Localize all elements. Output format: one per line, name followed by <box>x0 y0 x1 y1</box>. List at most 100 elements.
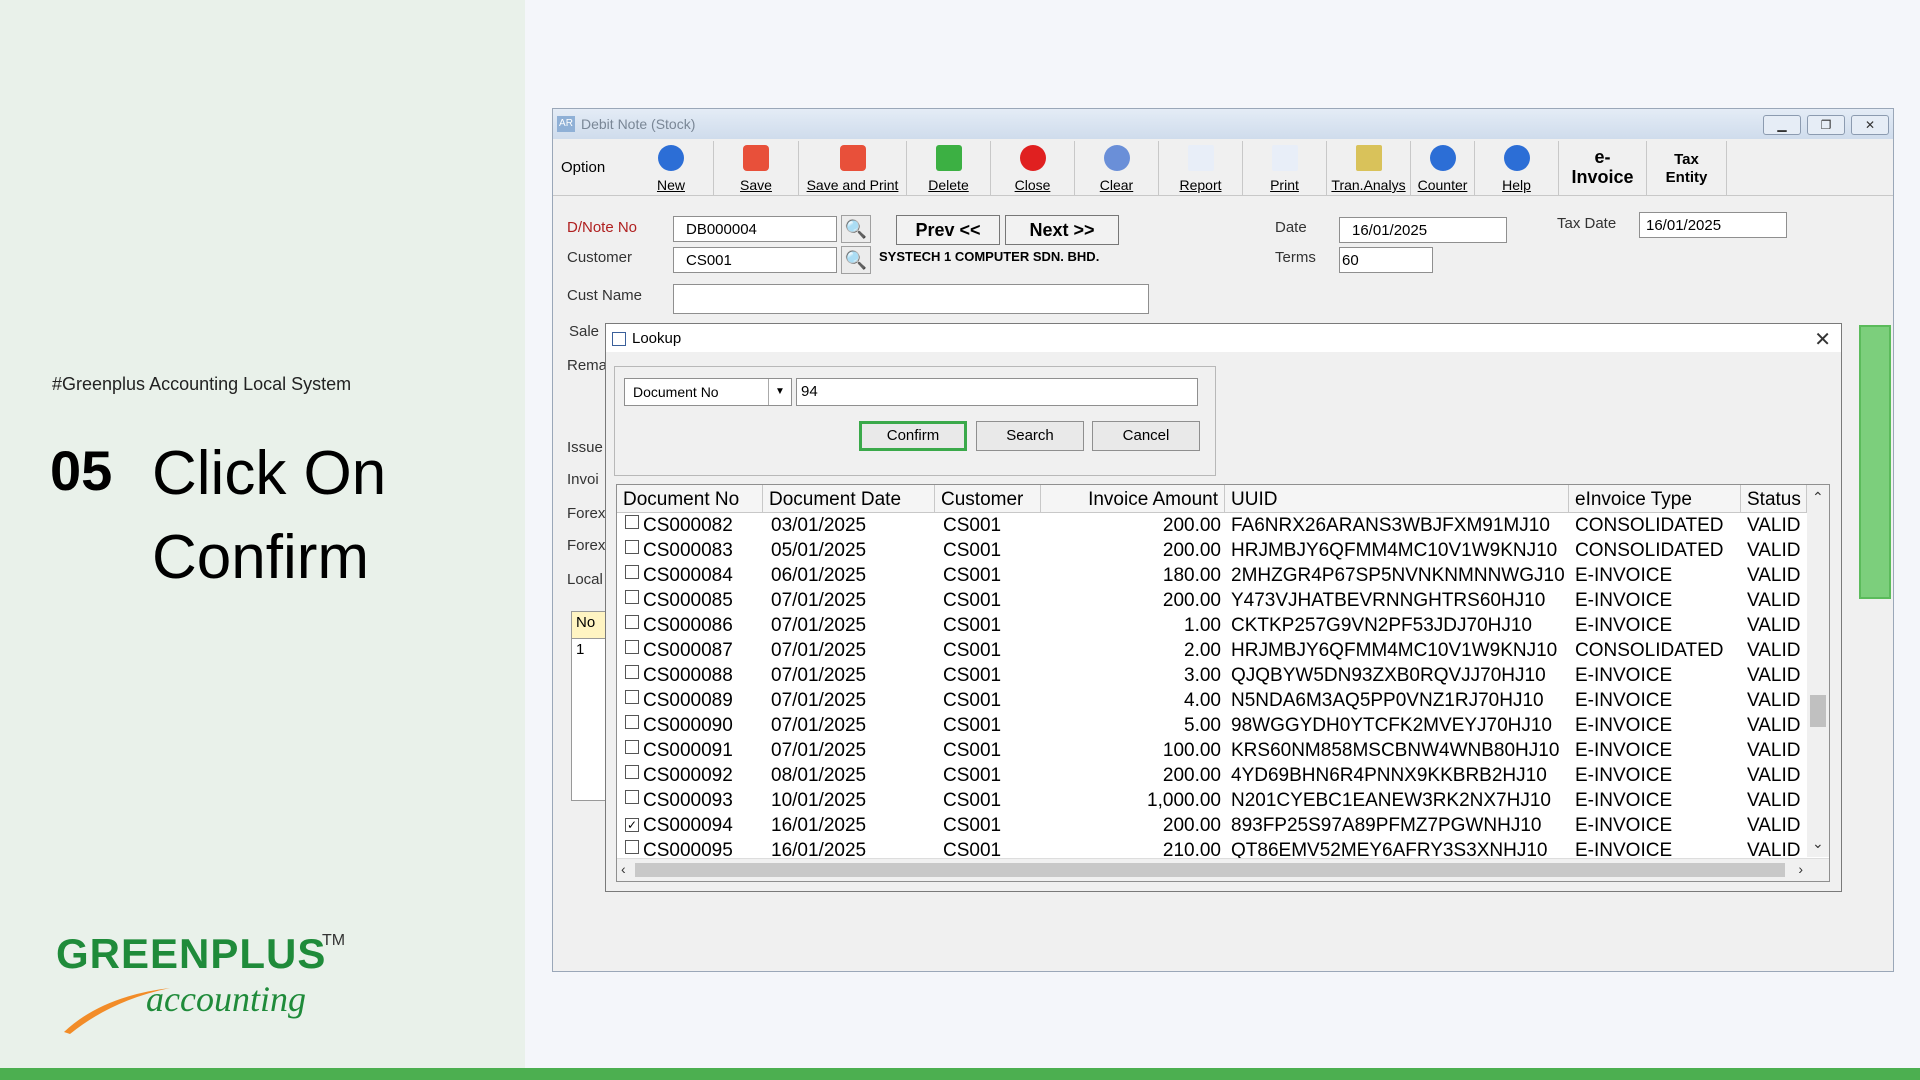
row-checkbox[interactable] <box>625 790 639 804</box>
search-button[interactable]: Search <box>976 421 1084 451</box>
table-row[interactable]: CS000084 06/01/2025 CS001 180.00 2MHZGR4P67S… <box>617 565 1807 590</box>
row-checkbox[interactable] <box>625 765 639 779</box>
scroll-left-icon[interactable]: ‹ <box>621 861 626 877</box>
lookup-close-icon[interactable]: ✕ <box>1814 327 1831 352</box>
clear-button[interactable]: Clear <box>1075 141 1159 195</box>
save-and-print-button[interactable]: Save and Print <box>799 141 907 195</box>
table-row[interactable]: CS000086 07/01/2025 CS001 1.00 CKTKP257G9VN2… <box>617 615 1807 640</box>
tax-entity-button[interactable]: Tax Entity <box>1647 141 1727 195</box>
row-checkbox[interactable] <box>625 690 639 704</box>
analysis-icon <box>1355 145 1382 171</box>
option-menu[interactable]: Option <box>561 159 605 176</box>
vertical-scroll-thumb[interactable] <box>1810 695 1826 727</box>
save-button[interactable]: Save <box>714 141 799 195</box>
einvoice-button[interactable]: e- Invoice <box>1559 141 1647 195</box>
prev-button[interactable]: Prev << <box>896 215 1000 245</box>
delete-button[interactable]: Delete <box>907 141 991 195</box>
document-no-text: CS000083 <box>643 540 733 561</box>
invoice-label: Invoi <box>567 471 599 488</box>
cell-date: 07/01/2025 <box>771 640 867 661</box>
customer-lookup-button[interactable]: 🔍 <box>841 246 871 274</box>
table-row[interactable]: CS000083 05/01/2025 CS001 200.00 HRJMBJY6QFM… <box>617 540 1807 565</box>
cell-amt: 200.00 <box>1162 765 1221 786</box>
print-button[interactable]: Print <box>1243 141 1327 195</box>
document-no-text: CS000094 <box>643 815 733 836</box>
row-checkbox[interactable]: ✓ <box>625 818 639 832</box>
col-document-date[interactable]: Document Date <box>763 485 935 513</box>
cancel-button[interactable]: Cancel <box>1092 421 1200 451</box>
magnifier-icon: 🔍 <box>844 250 868 270</box>
table-row[interactable]: CS000087 07/01/2025 CS001 2.00 HRJMBJY6QFMM4… <box>617 640 1807 665</box>
search-input[interactable]: 94 <box>796 378 1198 406</box>
next-button[interactable]: Next >> <box>1005 215 1119 245</box>
cell-status: VALID <box>1747 790 1801 811</box>
col-document-no[interactable]: Document No <box>617 485 763 513</box>
search-field-select[interactable]: Document No ▼ <box>624 378 792 406</box>
close-label: Close <box>1014 177 1051 193</box>
cell-type: CONSOLIDATED <box>1575 640 1724 661</box>
col-customer[interactable]: Customer <box>935 485 1041 513</box>
document-no-text: CS000092 <box>643 765 733 786</box>
save-and-print-label: Save and Print <box>806 177 899 193</box>
row-checkbox[interactable] <box>625 715 639 729</box>
taxdate-field[interactable]: 16/01/2025 <box>1639 212 1787 238</box>
cell-date: 07/01/2025 <box>771 740 867 761</box>
terms-field[interactable]: 60 <box>1339 247 1433 273</box>
tran-analys-button[interactable]: Tran.Analys <box>1327 141 1411 195</box>
date-field[interactable]: 16/01/2025 <box>1339 217 1507 243</box>
step-number: 05 <box>50 439 113 502</box>
scroll-down-icon[interactable]: ⌄ <box>1812 835 1824 852</box>
counter-button[interactable]: Counter <box>1411 141 1475 195</box>
row-checkbox[interactable] <box>625 640 639 654</box>
help-button[interactable]: Help <box>1475 141 1559 195</box>
dnote-lookup-button[interactable]: 🔍 <box>841 215 871 243</box>
lookup-titlebar: Lookup ✕ <box>606 324 1841 352</box>
table-row[interactable]: CS000091 07/01/2025 CS001 100.00 KRS60NM858M… <box>617 740 1807 765</box>
customer-field[interactable]: CS001 <box>673 247 837 273</box>
cell-status: VALID <box>1747 515 1801 536</box>
document-no-text: CS000091 <box>643 740 733 761</box>
table-row[interactable]: CS000089 07/01/2025 CS001 4.00 N5NDA6M3AQ5PP… <box>617 690 1807 715</box>
new-button[interactable]: New <box>629 141 714 195</box>
cell-date: 03/01/2025 <box>771 515 867 536</box>
dropdown-arrow-icon[interactable]: ▼ <box>768 379 791 405</box>
vertical-scrollbar[interactable]: ⌃ ⌄ <box>1807 485 1829 857</box>
document-no-text: CS000088 <box>643 665 733 686</box>
restore-button[interactable]: ❐ <box>1807 115 1845 135</box>
col-einvoice-type[interactable]: eInvoice Type <box>1569 485 1741 513</box>
report-button[interactable]: Report <box>1159 141 1243 195</box>
horizontal-scrollbar[interactable]: ‹ › <box>617 858 1829 881</box>
row-checkbox[interactable] <box>625 740 639 754</box>
row-checkbox[interactable] <box>625 590 639 604</box>
row-checkbox[interactable] <box>625 840 639 854</box>
col-status[interactable]: Status <box>1741 485 1807 513</box>
cell-type: E-INVOICE <box>1575 790 1673 811</box>
col-invoice-amount[interactable]: Invoice Amount <box>1041 485 1225 513</box>
row-checkbox[interactable] <box>625 540 639 554</box>
row-checkbox[interactable] <box>625 665 639 679</box>
confirm-button[interactable]: Confirm <box>859 421 967 451</box>
cell-amt: 200.00 <box>1162 590 1221 611</box>
dnote-field[interactable]: DB000004 <box>673 216 837 242</box>
horizontal-scroll-thumb[interactable] <box>635 863 1785 877</box>
col-uuid[interactable]: UUID <box>1225 485 1569 513</box>
close-button[interactable]: Close <box>991 141 1075 195</box>
cell-status: VALID <box>1747 590 1801 611</box>
table-row[interactable]: CS000088 07/01/2025 CS001 3.00 QJQBYW5DN93ZX… <box>617 665 1807 690</box>
table-row[interactable]: CS000093 10/01/2025 CS001 1,000.00 N201CYEBC… <box>617 790 1807 815</box>
scroll-up-icon[interactable]: ⌃ <box>1812 489 1824 506</box>
window-close-button[interactable]: ✕ <box>1851 115 1889 135</box>
row-checkbox[interactable] <box>625 615 639 629</box>
row-checkbox[interactable] <box>625 565 639 579</box>
table-row[interactable]: ✓ CS000094 16/01/2025 CS001 200.00 893FP25S97… <box>617 815 1807 840</box>
table-row[interactable]: CS000092 08/01/2025 CS001 200.00 4YD69BHN6R4… <box>617 765 1807 790</box>
minimize-button[interactable]: ▁ <box>1763 115 1801 135</box>
cell-uuid: KRS60NM858MSCBNW4WNB80HJ10 <box>1231 740 1560 761</box>
cust-name-field[interactable] <box>673 284 1149 314</box>
table-row[interactable]: CS000090 07/01/2025 CS001 5.00 98WGGYDH0YTCF… <box>617 715 1807 740</box>
table-row[interactable]: CS000082 03/01/2025 CS001 200.00 FA6NRX26ARA… <box>617 515 1807 540</box>
row-checkbox[interactable] <box>625 515 639 529</box>
table-row[interactable]: CS000085 07/01/2025 CS001 200.00 Y473VJHATBE… <box>617 590 1807 615</box>
scroll-right-icon[interactable]: › <box>1798 861 1803 877</box>
cell-type: CONSOLIDATED <box>1575 540 1724 561</box>
